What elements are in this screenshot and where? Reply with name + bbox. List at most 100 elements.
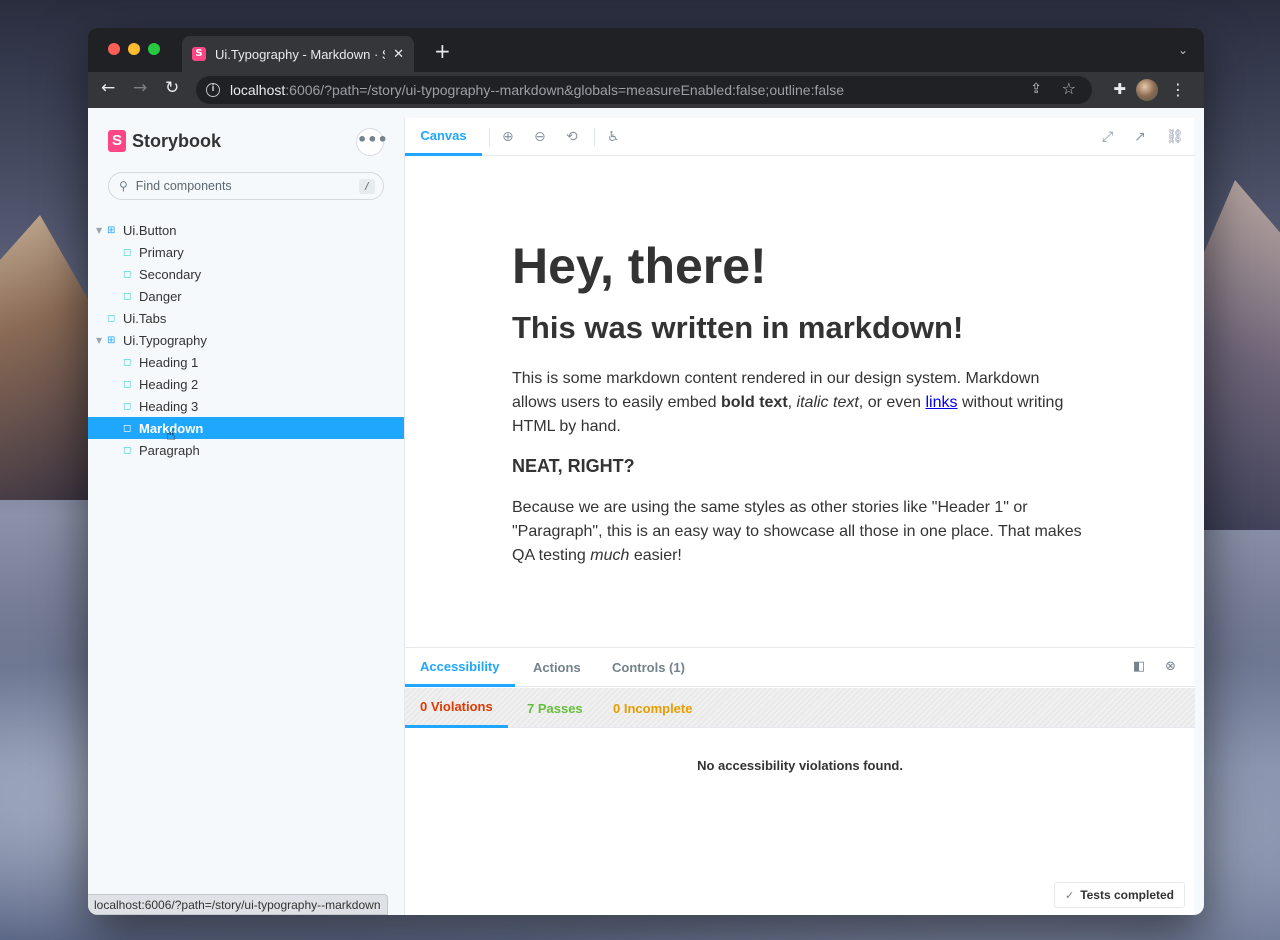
a11y-empty-message: No accessibility violations found.	[697, 758, 903, 773]
browser-window: S Ui.Typography - Markdown · Storybook ✕…	[88, 28, 1204, 915]
tree-item-danger[interactable]: ◻ Danger	[88, 285, 404, 307]
search-box[interactable]: ⚲ /	[108, 172, 384, 200]
tab-violations[interactable]: 0 Violations	[405, 688, 508, 728]
address-bar[interactable]: i localhost :6006/?path=/story/ui-typogr…	[196, 76, 1092, 104]
story-heading-1: Hey, there!	[512, 238, 767, 294]
bookmark-icon: ◻	[123, 356, 132, 368]
story-heading-2: This was written in markdown!	[512, 310, 964, 345]
maximize-window-button[interactable]	[148, 43, 160, 55]
component-icon: ⊞	[107, 224, 116, 236]
tree-item-markdown[interactable]: ◻ Markdown ☝	[88, 417, 404, 444]
tab-search-chevron-icon[interactable]: ⌄	[1178, 43, 1188, 57]
status-bar-url: localhost:6006/?path=/story/ui-typograph…	[88, 894, 388, 915]
fullscreen-icon[interactable]: ⤢	[1102, 129, 1113, 145]
story-paragraph-1: This is some markdown content rendered i…	[512, 367, 1082, 439]
title-bar: S Ui.Typography - Markdown · Storybook ✕…	[88, 28, 1204, 72]
panel-orientation-icon[interactable]: ◧	[1133, 659, 1145, 674]
a11y-results-tabbar: 0 Violations 7 Passes 0 Incomplete	[405, 688, 1195, 728]
tree-item-label: Ui.Button	[123, 222, 177, 238]
reload-icon[interactable]: ↻	[165, 78, 179, 98]
bookmark-icon: ◻	[123, 422, 132, 434]
tree-item-label: Heading 3	[139, 398, 199, 414]
zoom-out-icon[interactable]: ⊖	[534, 129, 546, 145]
story-heading-3: NEAT, RIGHT?	[512, 456, 635, 476]
tab-title: Ui.Typography - Markdown · Storybook	[215, 46, 385, 62]
bookmark-icon: ◻	[123, 268, 132, 280]
tree-item-secondary[interactable]: ◻ Secondary	[88, 263, 404, 285]
storybook-favicon-icon: S	[192, 47, 206, 61]
bookmark-icon: ◻	[123, 400, 132, 412]
zoom-reset-icon[interactable]: ⟲	[566, 129, 578, 145]
tab-accessibility[interactable]: Accessibility	[405, 648, 515, 687]
profile-avatar[interactable]	[1136, 79, 1158, 101]
zoom-in-icon[interactable]: ⊕	[502, 129, 514, 145]
copy-link-icon[interactable]: ⛓	[1166, 129, 1184, 145]
p1-bold: bold text	[720, 394, 788, 411]
bookmark-icon: ◻	[123, 290, 132, 302]
toolbar-divider	[594, 128, 595, 146]
main-panel: Canvas ⊕ ⊖ ⟲ ♿ ⤢ ↗ ⛓ Hey, there! This wa…	[404, 118, 1195, 915]
accessibility-icon[interactable]: ♿	[607, 129, 620, 145]
storybook-logo[interactable]: S Storybook	[108, 130, 221, 152]
p1-italic: italic text	[796, 394, 859, 411]
tree-item-label: Ui.Typography	[123, 332, 207, 348]
tab-actions[interactable]: Actions	[533, 648, 581, 687]
tree-item-label: Ui.Tabs	[123, 310, 167, 326]
component-icon: ⊞	[107, 334, 116, 346]
close-window-button[interactable]	[108, 43, 120, 55]
close-panel-icon[interactable]: ⊗	[1165, 659, 1176, 674]
browser-toolbar: ← → ↻ i localhost :6006/?path=/story/ui-…	[88, 72, 1204, 108]
storybook-logo-icon: S	[108, 130, 126, 152]
chevron-down-icon[interactable]: ▼	[96, 226, 107, 235]
tab-canvas[interactable]: Canvas	[405, 118, 482, 156]
tree-item-paragraph[interactable]: ◻ Paragraph	[88, 439, 404, 461]
open-new-tab-icon[interactable]: ↗	[1134, 129, 1146, 145]
back-arrow-icon[interactable]: ←	[101, 78, 115, 98]
bookmark-icon: ◻	[107, 312, 116, 324]
p2-italic: much	[590, 547, 630, 564]
tree-item-label: Heading 1	[139, 354, 199, 370]
tests-status-badge: ✓ Tests completed	[1053, 882, 1185, 908]
bookmark-icon: ◻	[123, 444, 132, 456]
tab-close-icon[interactable]: ✕	[393, 47, 404, 62]
tree-item-label: Heading 2	[139, 376, 199, 392]
tree-item-label: Paragraph	[139, 442, 200, 458]
storybook-logo-text: Storybook	[132, 130, 222, 151]
component-tree: ▼ ⊞ Ui.Button ◻ Primary ◻ Secondary ◻ Da…	[88, 219, 404, 461]
p2-text: easier!	[629, 547, 682, 564]
tree-item-heading-1[interactable]: ◻ Heading 1	[88, 351, 404, 373]
search-input[interactable]	[135, 179, 336, 193]
addons-panel: Accessibility Actions Controls (1) ◧ ⊗ 0…	[405, 647, 1195, 915]
canvas-toolbar: Canvas ⊕ ⊖ ⟲ ♿ ⤢ ↗ ⛓	[405, 118, 1195, 156]
tab-passes[interactable]: 7 Passes	[527, 688, 583, 728]
url-path: :6006/?path=/story/ui-typography--markdo…	[285, 82, 845, 98]
search-icon: ⚲	[119, 179, 128, 193]
sidebar-menu-button[interactable]: •••	[356, 128, 388, 156]
minimize-window-button[interactable]	[128, 43, 140, 55]
storybook-app: S Storybook ••• ⚲ / ▼ ⊞ Ui.Button ◻ Prim…	[88, 108, 1204, 915]
share-icon[interactable]: ⇪	[1030, 81, 1042, 97]
new-tab-button[interactable]: +	[434, 41, 451, 61]
extensions-puzzle-icon[interactable]: ✚	[1113, 80, 1126, 98]
tree-item-ui-typography[interactable]: ▼ ⊞ Ui.Typography	[88, 329, 404, 351]
forward-arrow-icon[interactable]: →	[133, 78, 147, 98]
tab-controls[interactable]: Controls (1)	[612, 648, 685, 687]
tree-item-primary[interactable]: ◻ Primary	[88, 241, 404, 263]
site-info-icon[interactable]: i	[206, 83, 220, 97]
toolbar-divider	[489, 128, 490, 146]
tree-item-label: Primary	[139, 244, 184, 260]
tree-item-heading-2[interactable]: ◻ Heading 2	[88, 373, 404, 395]
browser-tab[interactable]: S Ui.Typography - Markdown · Storybook ✕	[182, 36, 414, 72]
tree-item-ui-tabs[interactable]: ◻ Ui.Tabs	[88, 307, 404, 329]
tab-incomplete[interactable]: 0 Incomplete	[613, 688, 692, 728]
chevron-down-icon[interactable]: ▼	[96, 336, 107, 345]
wallpaper-mountain-left	[0, 215, 100, 500]
bookmark-icon: ◻	[123, 378, 132, 390]
browser-menu-icon[interactable]: ⋮	[1170, 80, 1186, 99]
tree-item-ui-button[interactable]: ▼ ⊞ Ui.Button	[88, 219, 404, 241]
tree-item-heading-3[interactable]: ◻ Heading 3	[88, 395, 404, 417]
story-link[interactable]: links	[926, 394, 958, 411]
bookmark-star-icon[interactable]: ☆	[1062, 79, 1076, 98]
story-canvas: Hey, there! This was written in markdown…	[405, 157, 1195, 647]
p1-text: ,	[787, 394, 797, 411]
